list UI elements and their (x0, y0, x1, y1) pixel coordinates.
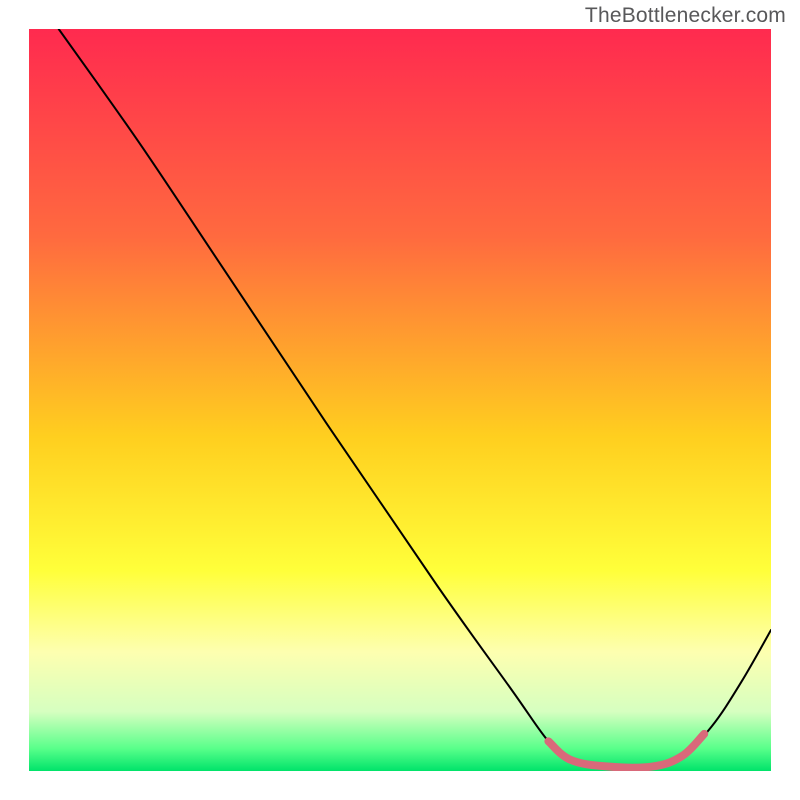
gradient-background (29, 29, 771, 771)
chart-area (29, 29, 771, 771)
watermark-text: TheBottlenecker.com (585, 4, 786, 28)
bottleneck-chart (29, 29, 771, 771)
